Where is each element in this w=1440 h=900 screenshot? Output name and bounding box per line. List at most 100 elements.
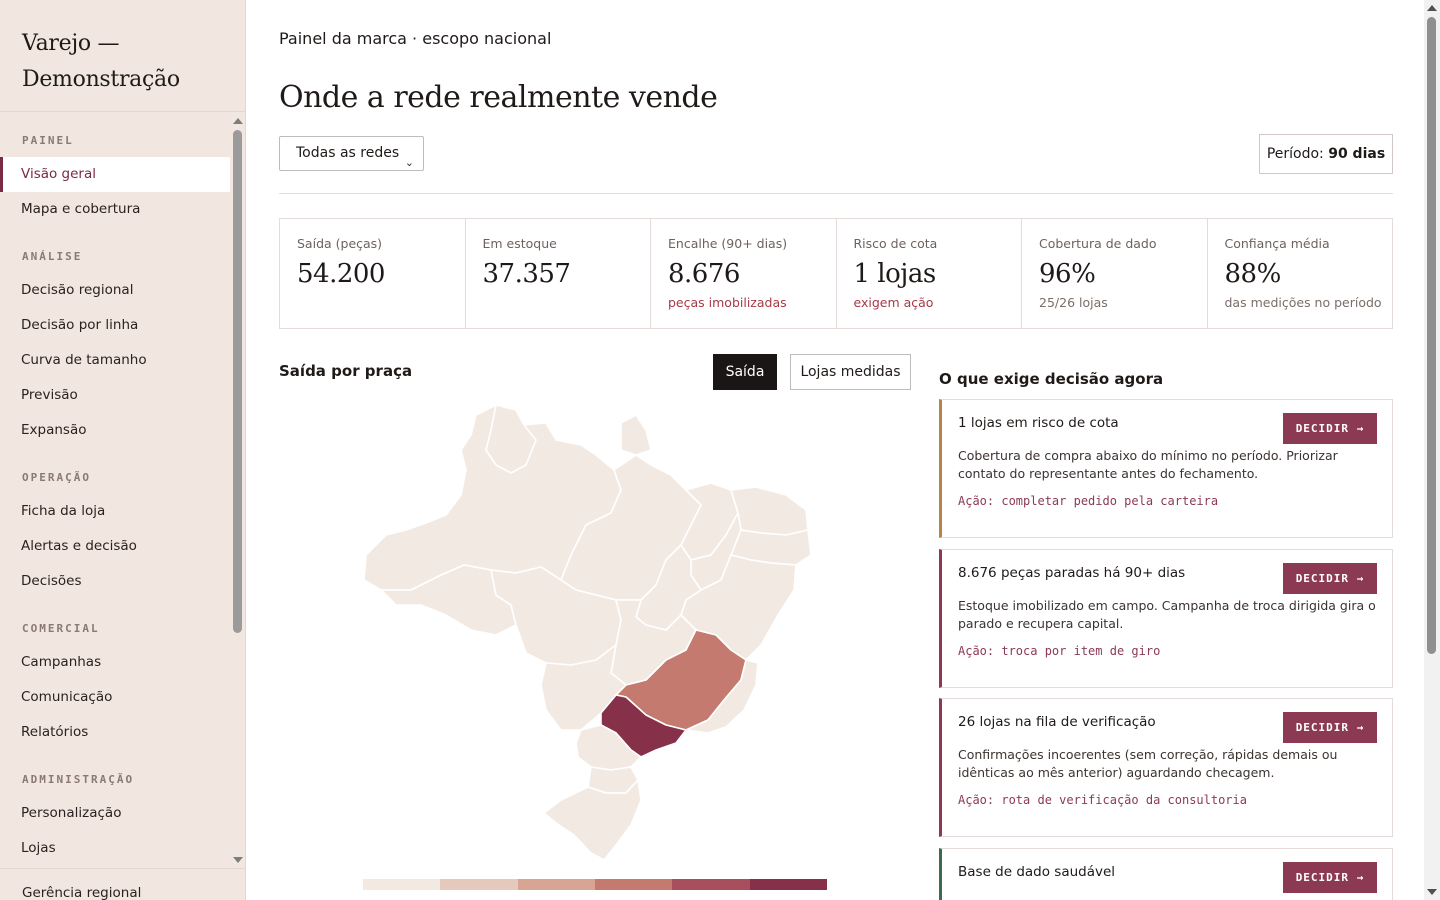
brand-name-line1: Varejo — (22, 31, 120, 56)
kpi-card-confianca-media: Confiança média 88% das medições no períod… (1208, 219, 1393, 328)
kpi-card-saida-pecas: Saída (peças) 54.200 (280, 219, 466, 328)
sidebar-item-decisao-regional[interactable]: Decisão regional (0, 273, 230, 308)
kpi-label: Em estoque (482, 236, 557, 251)
sidebar-item-alertas-e-decisao[interactable]: Alertas e decisão (0, 529, 230, 564)
map-region-ceara-rn[interactable] (730, 486, 809, 536)
period-label: Período: (1266, 146, 1324, 162)
sidebar: Varejo — Demonstração PAINEL Visão geral M… (0, 0, 246, 900)
decision-card: 8.676 peças paradas há 90+ dias DECIDIR →… (939, 549, 1393, 688)
brazil-map (363, 404, 812, 861)
decision-action: Ação: troca por item de giro (958, 644, 1161, 658)
map-color-legend (363, 879, 827, 890)
header-divider (279, 193, 1393, 194)
sidebar-item-ficha-da-loja[interactable]: Ficha da loja (0, 494, 230, 529)
sidebar-item-previsao[interactable]: Previsão (0, 378, 230, 413)
kpi-value: 96% (1039, 259, 1096, 289)
map-title: Saída por praça (279, 362, 413, 380)
decide-button[interactable]: DECIDIR → (1283, 563, 1377, 594)
kpi-value: 37.357 (482, 259, 571, 289)
period-value: 90 dias (1328, 146, 1386, 162)
sidebar-item-personalizacao[interactable]: Personalização (0, 796, 230, 831)
kpi-label: Risco de cota (853, 236, 938, 251)
decision-heading: 26 lojas na fila de verificação (958, 714, 1156, 730)
legend-swatch-4 (594, 879, 673, 890)
kpi-strip: Saída (peças) 54.200 Em estoque 37.357 Encal… (279, 218, 1393, 329)
page-scroll-down-icon[interactable] (1427, 889, 1437, 895)
kpi-label: Cobertura de dado (1039, 236, 1157, 251)
kpi-label: Confiança média (1224, 236, 1330, 251)
decide-button[interactable]: DECIDIR → (1283, 862, 1377, 893)
page-title: Onde a rede realmente vende (279, 80, 718, 115)
decision-description: Cobertura de compra abaixo do mínimo no … (958, 448, 1338, 481)
kpi-subtext: exigem ação (853, 295, 934, 310)
decision-description: Confirmações incoerentes (sem correção, … (958, 747, 1338, 780)
sidebar-item-campanhas[interactable]: Campanhas (0, 645, 230, 680)
sidebar-item-decisao-por-linha[interactable]: Decisão por linha (0, 308, 230, 343)
sidebar-item-mapa-e-cobertura[interactable]: Mapa e cobertura (0, 192, 230, 227)
kpi-label: Encalhe (90+ dias) (668, 236, 788, 251)
decision-action: Ação: rota de verificação da consultoria (958, 793, 1247, 807)
kpi-card-em-estoque: Em estoque 37.357 (466, 219, 651, 328)
map-region-amapa[interactable] (620, 414, 652, 456)
kpi-subtext: das medições no período (1224, 295, 1382, 310)
decision-card: 1 lojas em risco de cota DECIDIR → Cobertu… (939, 399, 1393, 538)
sidebar-item-curva-de-tamanho[interactable]: Curva de tamanho (0, 343, 230, 378)
network-select-value: Todas as redes (296, 145, 400, 161)
scroll-up-arrow-icon[interactable] (233, 118, 243, 124)
kpi-subtext: 25/26 lojas (1039, 295, 1108, 310)
kpi-subtext: peças imobilizadas (668, 295, 787, 310)
toggle-saida-button[interactable]: Saída (713, 354, 777, 390)
kpi-card-risco-de-cota: Risco de cota 1 lojas exigem ação (837, 219, 1022, 328)
sidebar-item-relatorios[interactable]: Relatórios (0, 715, 230, 750)
sidebar-scroll-thumb[interactable] (233, 130, 242, 633)
decision-card: Base de dado saudável DECIDIR → (939, 848, 1393, 900)
kpi-value: 54.200 (297, 259, 385, 289)
decision-card: 26 lojas na fila de verificação DECIDIR →… (939, 698, 1393, 837)
decision-heading: Base de dado saudável (958, 864, 1116, 880)
decision-description: Estoque imobilizado em campo. Campanha d… (958, 598, 1376, 631)
breadcrumb: Painel da marca · escopo nacional (279, 29, 552, 48)
sidebar-item-expansao[interactable]: Expansão (0, 413, 230, 448)
main-content: Painel da marca · escopo nacional Onde a… (246, 0, 1424, 900)
nav-section-painel: PAINEL (22, 134, 74, 147)
scroll-down-arrow-icon[interactable] (233, 857, 243, 863)
brand-name-line2: Demonstração (22, 67, 180, 92)
kpi-label: Saída (peças) (297, 236, 383, 251)
kpi-card-cobertura-de-dado: Cobertura de dado 96% 25/26 lojas (1022, 219, 1208, 328)
legend-swatch-6 (749, 879, 827, 890)
toggle-lojas-medidas-button[interactable]: Lojas medidas (790, 354, 911, 390)
sidebar-nav: PAINEL Visão geral Mapa e cobertura ANÁLISE… (0, 113, 230, 868)
decision-heading: 1 lojas em risco de cota (958, 415, 1119, 431)
network-select[interactable]: Todas as redes ⌄ (279, 136, 424, 171)
kpi-value: 88% (1224, 259, 1282, 289)
sidebar-item-decisoes[interactable]: Decisões (0, 564, 230, 599)
page-scrollbar[interactable] (1424, 0, 1440, 900)
sidebar-item-lojas[interactable]: Lojas (0, 831, 230, 866)
decision-heading: 8.676 peças paradas há 90+ dias (958, 565, 1186, 581)
period-selector[interactable]: Período: 90 dias (1259, 134, 1393, 174)
page-scroll-thumb[interactable] (1427, 17, 1436, 654)
sidebar-item-comunicacao[interactable]: Comunicação (0, 680, 230, 715)
page-scroll-up-icon[interactable] (1427, 5, 1437, 11)
kpi-value: 8.676 (668, 259, 740, 289)
legend-swatch-1 (363, 879, 441, 890)
brand: Varejo — Demonstração (0, 0, 245, 112)
kpi-value: 1 lojas (853, 259, 937, 289)
nav-section-administracao: ADMINISTRAÇÃO (22, 773, 135, 786)
map-region-rio-grande-sul[interactable] (543, 779, 642, 861)
sidebar-item-gerencia-regional[interactable]: Gerência regional (0, 868, 246, 900)
chevron-down-icon: ⌄ (404, 156, 414, 169)
kpi-card-encalhe-90-dias: Encalhe (90+ dias) 8.676 peças imobilizada… (651, 219, 837, 328)
nav-section-analise: ANÁLISE (22, 250, 83, 263)
sidebar-scrollbar[interactable] (230, 113, 246, 868)
legend-swatch-3 (517, 879, 595, 890)
legend-swatch-2 (440, 879, 518, 890)
decisions-title: O que exige decisão agora (939, 370, 1164, 388)
decision-action: Ação: completar pedido pela carteira (958, 494, 1219, 508)
decide-button[interactable]: DECIDIR → (1283, 413, 1377, 444)
decide-button[interactable]: DECIDIR → (1283, 712, 1377, 743)
nav-section-operacao: OPERAÇÃO (22, 471, 91, 484)
nav-section-comercial: COMERCIAL (22, 622, 100, 635)
sidebar-item-visao-geral[interactable]: Visão geral (0, 157, 230, 192)
legend-swatch-5 (672, 879, 750, 890)
